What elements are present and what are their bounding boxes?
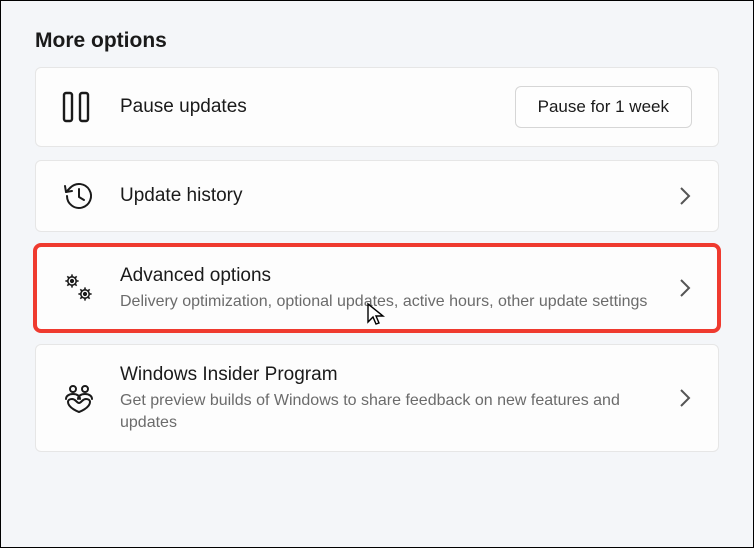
chevron-right-icon: [678, 277, 692, 299]
pause-for-1-week-button[interactable]: Pause for 1 week: [515, 86, 692, 128]
gears-icon: [62, 271, 120, 305]
advanced-options-card[interactable]: Advanced options Delivery optimization, …: [35, 245, 719, 331]
pause-updates-card: Pause updates Pause for 1 week: [35, 67, 719, 147]
update-history-card[interactable]: Update history: [35, 160, 719, 232]
pause-icon: [62, 91, 120, 123]
update-history-title: Update history: [120, 184, 660, 209]
insider-icon: [62, 382, 120, 414]
section-header: More options: [35, 29, 719, 53]
advanced-options-subtitle: Delivery optimization, optional updates,…: [120, 291, 660, 313]
pause-updates-title: Pause updates: [120, 95, 497, 120]
chevron-right-icon: [678, 185, 692, 207]
chevron-right-icon: [678, 387, 692, 409]
windows-insider-title: Windows Insider Program: [120, 363, 660, 388]
advanced-options-title: Advanced options: [120, 264, 660, 289]
history-icon: [62, 179, 120, 213]
windows-insider-subtitle: Get preview builds of Windows to share f…: [120, 390, 660, 433]
windows-insider-program-card[interactable]: Windows Insider Program Get preview buil…: [35, 344, 719, 452]
